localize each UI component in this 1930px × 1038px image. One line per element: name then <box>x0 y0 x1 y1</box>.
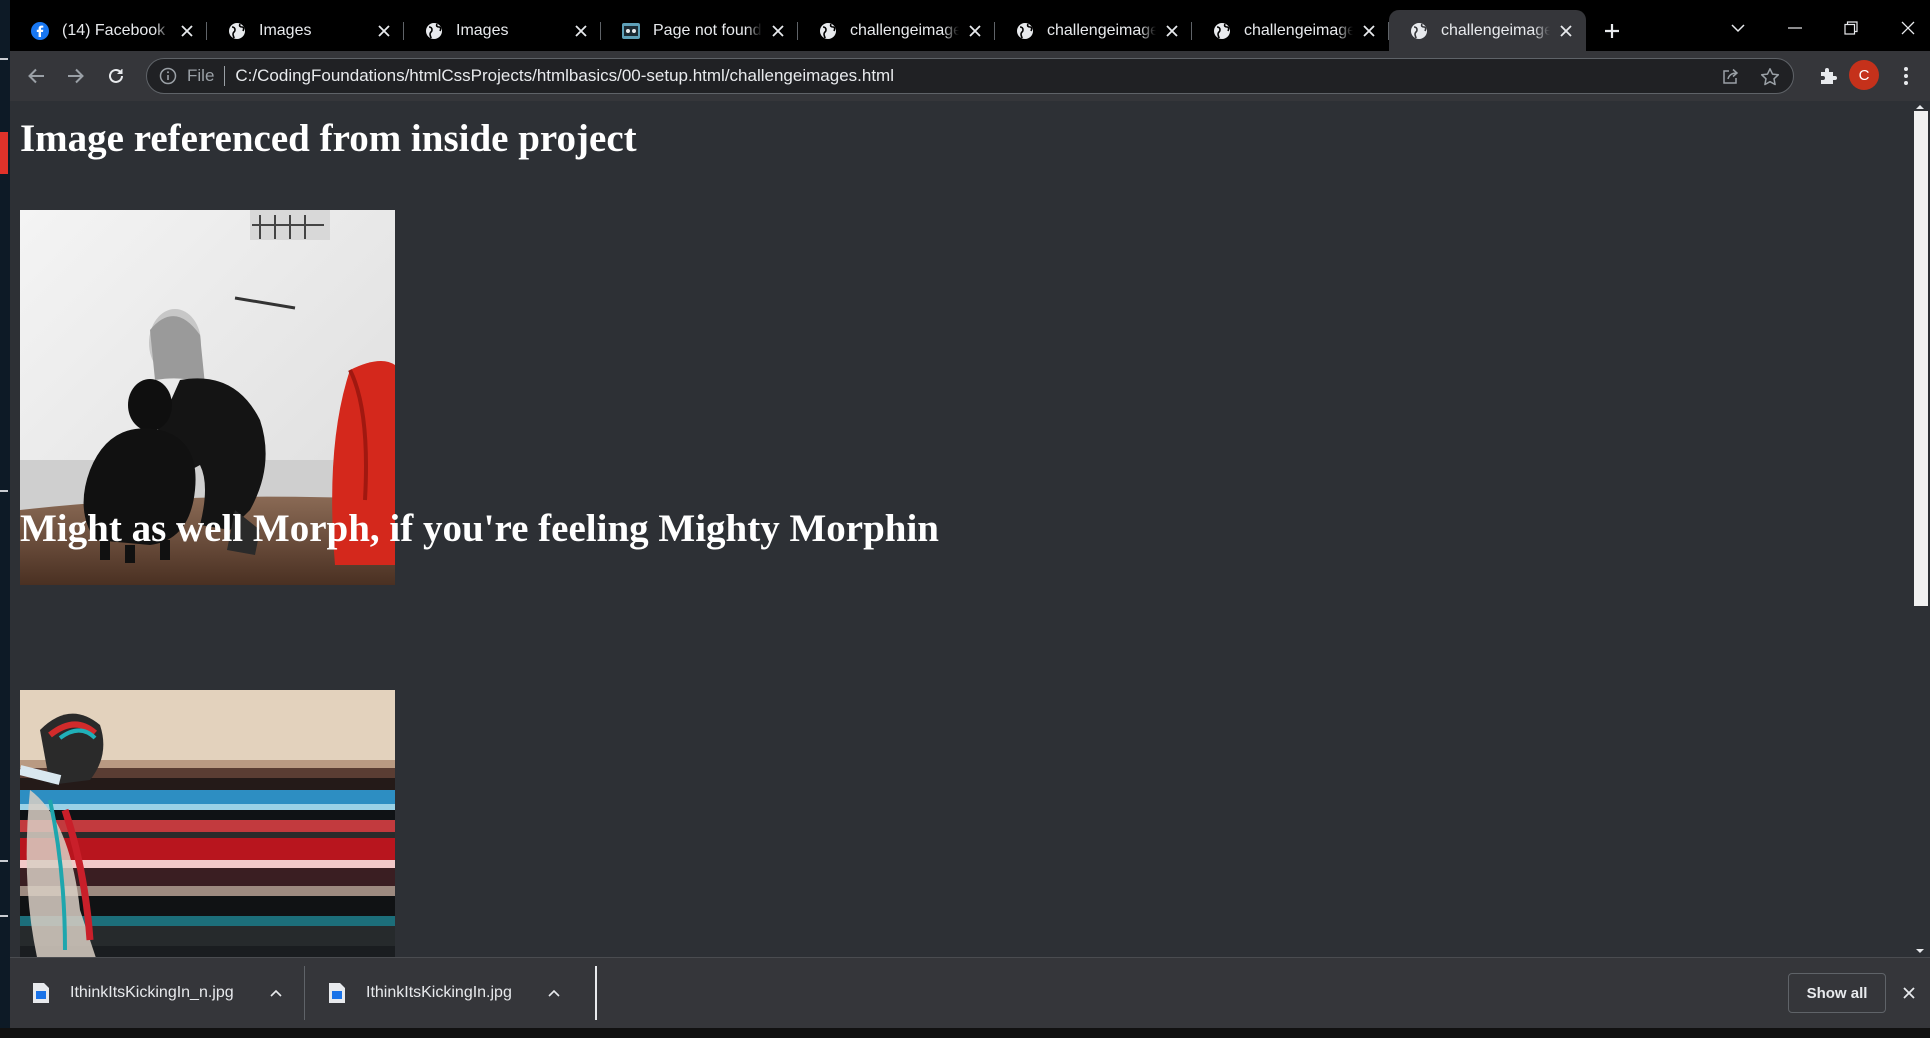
reload-button[interactable] <box>96 56 136 96</box>
taskbar-edge <box>0 1028 1930 1038</box>
desktop-tick <box>0 915 8 917</box>
tab-title: Page not found - <box>653 21 762 39</box>
tab-title: challengeimages.h <box>1441 21 1550 39</box>
image-file-icon <box>329 983 345 1003</box>
close-window-button[interactable] <box>1880 10 1930 46</box>
close-icon[interactable] <box>374 21 394 41</box>
arrow-left-icon <box>28 68 44 84</box>
scheme-label: File <box>187 66 215 85</box>
close-icon <box>1901 21 1915 35</box>
download-divider <box>595 966 597 1020</box>
heading-image-inside-project: Image referenced from inside project <box>20 117 637 160</box>
restore-button[interactable] <box>1823 10 1879 46</box>
desktop-tick <box>0 58 8 60</box>
page-scrollbar[interactable] <box>1910 101 1930 957</box>
download-item[interactable]: IthinkItsKickingIn_n.jpg <box>32 958 286 1028</box>
scroll-up-icon <box>1916 105 1924 109</box>
download-shelf: IthinkItsKickingIn_n.jpg IthinkItsKickin… <box>10 957 1930 1028</box>
url-text[interactable]: C:/CodingFoundations/htmlCssProjects/htm… <box>235 66 894 86</box>
desktop-tick <box>0 490 8 492</box>
tab-title: Images <box>456 21 509 39</box>
scroll-down-icon <box>1916 949 1924 953</box>
tab-challengeimages-1[interactable]: challengeimages.h <box>798 10 995 51</box>
back-button[interactable] <box>16 56 56 96</box>
close-icon[interactable] <box>1556 21 1576 41</box>
globe-icon <box>1409 21 1429 41</box>
download-divider <box>304 966 305 1020</box>
globe-icon <box>424 21 444 41</box>
address-actions <box>1715 59 1785 95</box>
arrow-right-icon <box>68 68 84 84</box>
address-divider <box>224 66 226 86</box>
close-icon[interactable] <box>965 21 985 41</box>
image-file-icon <box>33 983 49 1003</box>
download-filename: IthinkItsKickingIn.jpg <box>366 984 512 1001</box>
close-icon[interactable] <box>768 21 788 41</box>
globe-icon <box>227 21 247 41</box>
facebook-icon <box>30 21 50 41</box>
tab-search-button[interactable] <box>1710 10 1766 46</box>
tab-title: (14) Facebook <box>62 21 166 39</box>
tab-challengeimages-active[interactable]: challengeimages.h <box>1389 10 1586 51</box>
desktop-tick <box>0 860 8 862</box>
kebab-icon <box>1904 67 1908 85</box>
chevron-down-icon <box>1731 24 1745 33</box>
tab-challengeimages-3[interactable]: challengeimages.h <box>1192 10 1389 51</box>
forward-button[interactable] <box>56 56 96 96</box>
tab-strip: (14) Facebook Images Images Page not fou… <box>10 10 1930 51</box>
browser-window: (14) Facebook Images Images Page not fou… <box>10 10 1930 1028</box>
tab-images-2[interactable]: Images <box>404 10 601 51</box>
close-icon[interactable] <box>1359 21 1379 41</box>
profile-avatar[interactable]: C <box>1849 60 1879 90</box>
image-glitch-distortion <box>20 690 395 957</box>
close-shelf-button[interactable] <box>1896 980 1922 1006</box>
desktop-edge <box>0 0 10 1038</box>
download-filename: IthinkItsKickingIn_n.jpg <box>70 984 234 1001</box>
extensions-button[interactable] <box>1808 56 1848 96</box>
tab-title: challengeimages.h <box>1244 21 1353 39</box>
tab-title: Images <box>259 21 312 39</box>
plus-icon <box>1605 23 1619 38</box>
tab-facebook[interactable]: (14) Facebook <box>10 10 207 51</box>
close-icon <box>1903 987 1915 999</box>
new-tab-button[interactable] <box>1592 10 1632 51</box>
address-bar[interactable]: File C:/CodingFoundations/htmlCssProject… <box>146 58 1794 94</box>
browser-toolbar: File C:/CodingFoundations/htmlCssProject… <box>10 51 1930 101</box>
close-icon[interactable] <box>1162 21 1182 41</box>
heading-mighty-morphin: Might as well Morph, if you're feeling M… <box>20 507 939 550</box>
globe-icon <box>818 21 838 41</box>
globe-icon <box>1015 21 1035 41</box>
desktop-red-marker <box>0 132 8 174</box>
chevron-up-icon[interactable] <box>544 983 564 1003</box>
kebab-menu-button[interactable] <box>1886 56 1926 96</box>
globe-icon <box>1212 21 1232 41</box>
restore-icon <box>1844 21 1858 35</box>
tab-title: challengeimages.h <box>850 21 959 39</box>
tab-challengeimages-2[interactable]: challengeimages.h <box>995 10 1192 51</box>
close-icon[interactable] <box>177 21 197 41</box>
download-item[interactable]: IthinkItsKickingIn.jpg <box>328 958 564 1028</box>
tab-page-not-found[interactable]: Page not found - <box>601 10 798 51</box>
page-content: Image referenced from inside project Mig… <box>10 101 1930 957</box>
tab-images-1[interactable]: Images <box>207 10 404 51</box>
reload-icon <box>109 68 123 83</box>
show-all-button[interactable]: Show all <box>1788 973 1886 1013</box>
minimize-icon <box>1788 27 1802 29</box>
star-icon[interactable] <box>1755 62 1785 92</box>
minimize-button[interactable] <box>1767 10 1823 46</box>
info-icon[interactable] <box>159 67 177 85</box>
close-icon[interactable] <box>571 21 591 41</box>
scrollbar-thumb[interactable] <box>1914 111 1928 606</box>
puzzle-icon <box>1821 68 1837 84</box>
share-icon[interactable] <box>1715 62 1745 92</box>
chevron-up-icon[interactable] <box>266 983 286 1003</box>
tab-title: challengeimages.h <box>1047 21 1156 39</box>
page-not-found-icon <box>621 21 641 41</box>
